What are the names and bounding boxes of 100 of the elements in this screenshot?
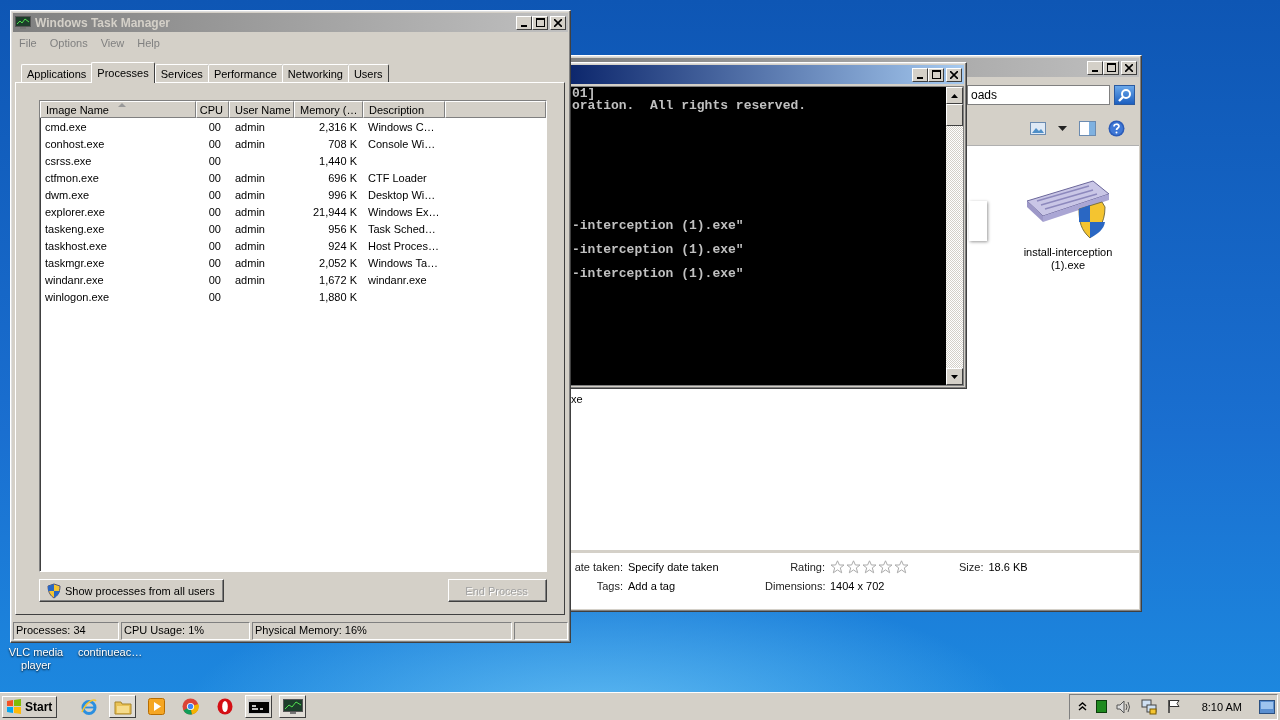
column-header[interactable]: Memory (… — [294, 101, 363, 118]
table-cell-text: 1,440 K — [318, 154, 358, 167]
table-cell-text: 996 K — [327, 188, 358, 201]
table-cell-text: admin — [234, 273, 266, 286]
table-cell-text: CTF Loader — [367, 171, 428, 184]
minimize-icon — [521, 24, 527, 27]
table-cell-text: 00 — [207, 239, 222, 252]
search-button[interactable] — [1114, 85, 1135, 105]
arrow-up-icon[interactable] — [951, 93, 958, 98]
column-header[interactable] — [445, 101, 546, 118]
console-line: 01] — [572, 88, 596, 100]
table-cell-text: 00 — [207, 137, 222, 150]
scrollbar[interactable] — [946, 87, 963, 385]
status-field: CPU Usage: 1% — [121, 622, 250, 640]
column-header[interactable]: Image Name — [40, 101, 196, 118]
table-cell-text: admin — [234, 256, 266, 269]
table-cell-text: admin — [234, 205, 266, 218]
console-line: -interception (1).exe" — [572, 268, 744, 280]
status-field: Physical Memory: 16% — [252, 622, 512, 640]
table-cell-text: 696 K — [327, 171, 358, 184]
detail-value[interactable]: 1404 x 702 — [830, 579, 885, 593]
table-cell-text: 00 — [207, 120, 222, 133]
detail-value[interactable]: Specify date taken — [628, 560, 719, 574]
taskbar-button[interactable] — [245, 695, 273, 718]
minimize-button[interactable] — [912, 67, 928, 82]
table-cell-text: taskhost.exe — [44, 239, 108, 252]
rating-stars[interactable] — [830, 560, 909, 574]
detail-label: Tags: — [595, 579, 623, 593]
table-cell-text: conhost.exe — [44, 137, 106, 150]
table-cell-text: 956 K — [327, 222, 358, 235]
detail-label: ate taken: — [573, 560, 623, 574]
chevron-up-icon[interactable] — [1077, 702, 1087, 711]
table-cell-text: winlogon.exe — [44, 290, 111, 303]
star-icon[interactable] — [862, 560, 877, 574]
network-icon[interactable] — [1140, 698, 1158, 715]
table-cell-text: admin — [234, 222, 266, 235]
table-cell-text: 00 — [207, 171, 222, 184]
column-header[interactable]: Description — [363, 101, 445, 118]
tab[interactable]: Performance — [207, 64, 283, 82]
detail-value[interactable]: 18.6 KB — [988, 560, 1028, 574]
detail-label: Dimensions: — [765, 579, 825, 593]
file-thumbnail[interactable] — [969, 201, 987, 241]
table-cell-text: 924 K — [327, 239, 358, 252]
tab[interactable]: Processes — [91, 62, 155, 83]
flag-icon[interactable] — [1166, 699, 1181, 714]
table-cell-text: cmd.exe — [44, 120, 88, 133]
tab[interactable]: Services — [154, 64, 209, 82]
table-cell-text: admin — [234, 239, 266, 252]
detail-value[interactable]: Add a tag — [628, 579, 676, 593]
window-title: Windows Task Manager — [35, 15, 171, 30]
desktop-icon-label[interactable]: VLC media player — [4, 646, 68, 672]
tab[interactable]: Users — [347, 64, 389, 82]
caret-icon[interactable] — [1058, 125, 1067, 131]
maximize-icon — [1106, 63, 1116, 72]
table-cell-text: Console Wi… — [367, 137, 437, 150]
close-icon — [1125, 63, 1133, 72]
table-cell-text: 1,672 K — [318, 273, 358, 286]
speaker-icon[interactable] — [1115, 699, 1132, 714]
table-cell-text: admin — [234, 188, 266, 201]
maximize-button[interactable] — [928, 67, 944, 82]
shield-icon — [46, 582, 62, 599]
table-cell-text: Host Proces… — [367, 239, 440, 252]
taskbar-button[interactable] — [279, 695, 307, 718]
table-cell-text: dwm.exe — [44, 188, 91, 201]
help-icon[interactable] — [1108, 119, 1125, 137]
picture-view-icon[interactable] — [1030, 121, 1046, 135]
show-desktop-icon[interactable] — [1259, 699, 1275, 714]
table-cell-text: windanr.exe — [367, 273, 428, 286]
clock[interactable]: 8:10 AM — [1201, 700, 1242, 713]
desktop-icon-label[interactable]: continueac… — [78, 646, 143, 672]
star-icon[interactable] — [894, 560, 909, 574]
console-line: oration. All rights reserved. — [572, 100, 807, 112]
tab[interactable]: Networking — [281, 64, 349, 82]
sort-arrow-icon — [118, 103, 126, 107]
console-line: -interception (1).exe" — [572, 244, 744, 256]
table-cell-text: 00 — [207, 222, 222, 235]
star-icon[interactable] — [878, 560, 893, 574]
table-cell-text: windanr.exe — [44, 273, 105, 286]
column-header[interactable]: User Name — [229, 101, 294, 118]
address-field[interactable]: oads — [967, 85, 1110, 105]
show-all-processes-button[interactable]: Show processes from all users — [39, 579, 224, 602]
star-icon[interactable] — [830, 560, 845, 574]
table-cell-text: 2,316 K — [318, 120, 358, 133]
start-button[interactable]: Start — [2, 695, 58, 718]
close-button[interactable] — [946, 67, 962, 82]
preview-pane-icon[interactable] — [1079, 120, 1096, 136]
table-cell-text: 00 — [207, 205, 222, 218]
table-cell-text: Desktop Wi… — [367, 188, 437, 201]
close-icon — [950, 70, 958, 79]
tab[interactable]: Applications — [21, 64, 93, 82]
tray-app-icon[interactable] — [1095, 700, 1107, 713]
minimize-icon — [1092, 69, 1098, 72]
taskbar-button[interactable] — [109, 695, 137, 718]
scroll-thumb[interactable] — [946, 104, 963, 126]
star-icon[interactable] — [846, 560, 861, 574]
table-cell-text: explorer.exe — [44, 205, 106, 218]
column-header[interactable]: CPU — [196, 101, 229, 118]
arrow-down-icon[interactable] — [951, 374, 958, 379]
status-field: Processes: 34 — [13, 622, 119, 640]
table-cell-text: 708 K — [327, 137, 358, 150]
